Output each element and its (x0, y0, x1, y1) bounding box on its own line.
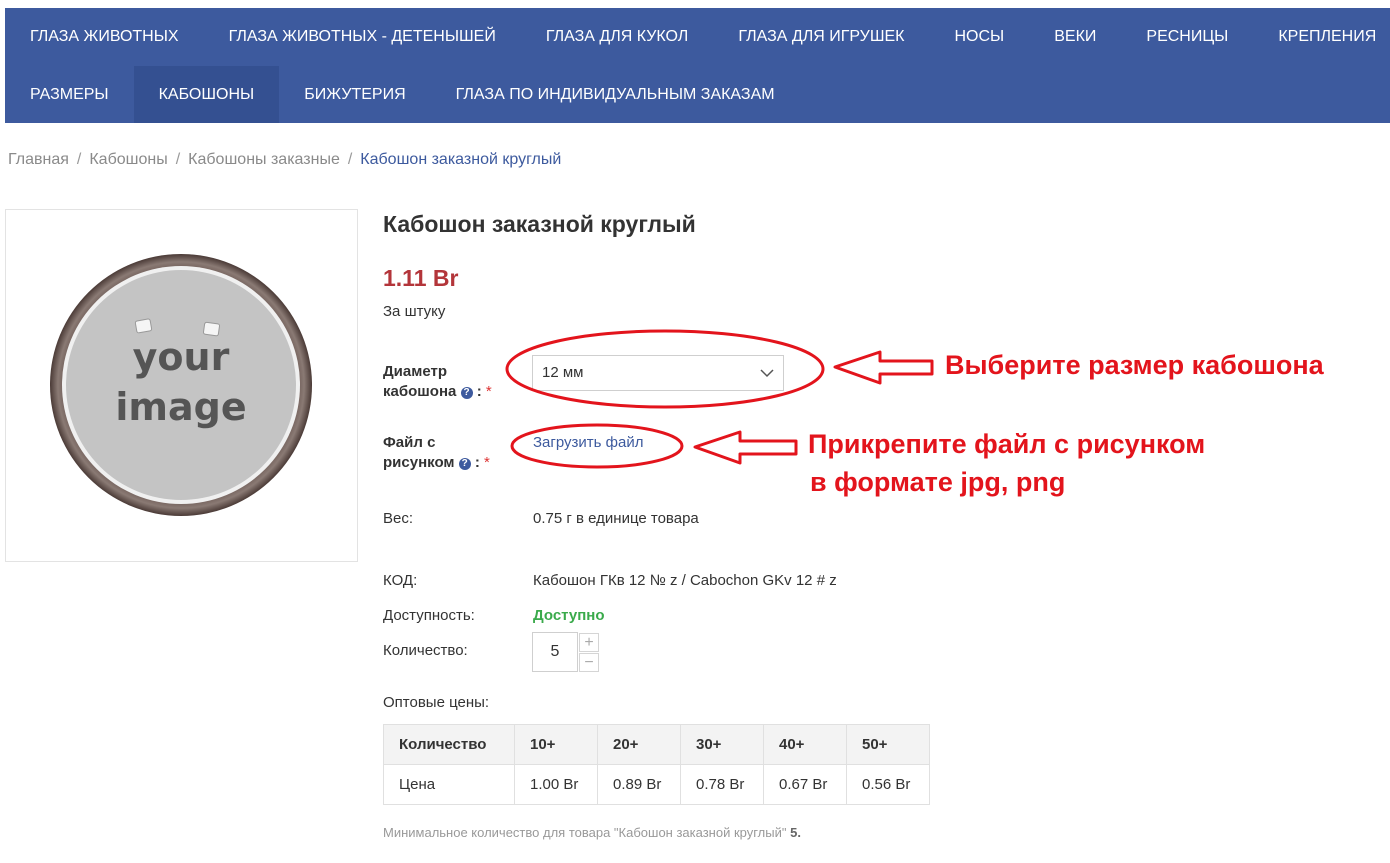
plus-icon[interactable]: + (579, 633, 599, 652)
required-mark: * (485, 383, 492, 400)
nav-item-sizes[interactable]: РАЗМЕРЫ (5, 66, 134, 123)
table-header-cell: 10+ (514, 724, 598, 765)
table-header-cell: 20+ (597, 724, 681, 765)
quantity-label: Количество: (383, 642, 468, 659)
weight-value: 0.75 г в единице товара (533, 510, 699, 527)
nav-item-animal-eyes[interactable]: ГЛАЗА ЖИВОТНЫХ (5, 8, 204, 65)
file-label-line1: Файл с (383, 434, 436, 451)
cabochon-image: your image (50, 254, 312, 516)
minus-icon[interactable]: − (579, 653, 599, 672)
table-header-cell: 50+ (846, 724, 930, 765)
min-quantity-note: Минимальное количество для товара "Кабош… (383, 825, 801, 840)
arrow-left-icon (833, 350, 934, 385)
main-navigation: ГЛАЗА ЖИВОТНЫХ ГЛАЗА ЖИВОТНЫХ - ДЕТЕНЫШЕ… (5, 8, 1390, 123)
diameter-label-line1: Диаметр (383, 363, 447, 380)
table-row: Цена 1.00 Br 0.89 Br 0.78 Br 0.67 Br 0.5… (383, 764, 930, 805)
table-header-cell: 30+ (680, 724, 764, 765)
nav-row-1: ГЛАЗА ЖИВОТНЫХ ГЛАЗА ЖИВОТНЫХ - ДЕТЕНЫШЕ… (5, 8, 1390, 65)
nav-item-noses[interactable]: НОСЫ (930, 8, 1030, 65)
code-value: Кабошон ГКв 12 № z / Cabochon GKv 12 # z (533, 572, 837, 589)
breadcrumb-separator: / (175, 151, 181, 168)
help-icon[interactable]: ? (458, 458, 471, 470)
price-unit: За штуку (383, 303, 446, 320)
table-cell: 0.67 Br (763, 764, 847, 805)
nav-item-doll-eyes[interactable]: ГЛАЗА ДЛЯ КУКОЛ (521, 8, 713, 65)
breadcrumb-home[interactable]: Главная (8, 151, 69, 168)
diameter-label-line2: кабошона (383, 383, 457, 400)
availability-value: Доступно (533, 607, 605, 624)
nav-item-baby-animal-eyes[interactable]: ГЛАЗА ЖИВОТНЫХ - ДЕТЕНЫШЕЙ (204, 8, 521, 65)
diameter-select[interactable]: 12 мм (532, 355, 784, 391)
wholesale-label: Оптовые цены: (383, 694, 490, 711)
breadcrumb-current: Кабошон заказной круглый (360, 151, 562, 168)
diameter-select-value: 12 мм (542, 364, 584, 381)
nav-item-cabochons[interactable]: КАБОШОНЫ (133, 66, 280, 123)
annotation-size-hint: Выберите размер кабошона (945, 350, 1324, 380)
chevron-down-icon (760, 369, 774, 378)
upload-file-link[interactable]: Загрузить файл (533, 434, 643, 451)
breadcrumb-separator: / (347, 151, 353, 168)
nav-item-jewelry[interactable]: БИЖУТЕРИЯ (279, 66, 430, 123)
tape-piece (202, 321, 220, 337)
nav-row-2: РАЗМЕРЫ КАБОШОНЫ БИЖУТЕРИЯ ГЛАЗА ПО ИНДИ… (5, 66, 800, 123)
table-cell: Цена (383, 764, 515, 805)
product-image[interactable]: your image (5, 209, 358, 562)
quantity-input[interactable]: 5 (532, 632, 578, 672)
table-cell: 0.78 Br (680, 764, 764, 805)
nav-item-eyelashes[interactable]: РЕСНИЦЫ (1121, 8, 1253, 65)
weight-label: Вес: (383, 510, 414, 527)
table-cell: 0.56 Br (846, 764, 930, 805)
nav-item-toy-eyes[interactable]: ГЛАЗА ДЛЯ ИГРУШЕК (713, 8, 929, 65)
nav-item-custom-eyes[interactable]: ГЛАЗА ПО ИНДИВИДУАЛЬНЫМ ЗАКАЗАМ (431, 66, 800, 123)
image-text-your: your (133, 335, 230, 379)
help-icon[interactable]: ? (460, 387, 473, 399)
min-quantity-value: 5. (790, 825, 801, 840)
table-header-cell: Количество (383, 724, 515, 765)
table-cell: 0.89 Br (597, 764, 681, 805)
annotation-file-hint-line2: в формате jpg, png (810, 467, 1066, 497)
file-label: Файл с рисунком ? : * (383, 434, 490, 471)
required-mark: * (484, 454, 490, 471)
image-text-image: image (115, 385, 246, 429)
breadcrumb-custom-cabochons[interactable]: Кабошоны заказные (188, 151, 340, 168)
product-price: 1.11 Br (383, 265, 459, 291)
table-header-row: Количество 10+ 20+ 30+ 40+ 50+ (383, 724, 930, 765)
nav-item-fasteners[interactable]: КРЕПЛЕНИЯ (1253, 8, 1390, 65)
availability-label: Доступность: (383, 607, 475, 624)
breadcrumb: Главная / Кабошоны / Кабошоны заказные / Кабош… (8, 151, 561, 169)
table-header-cell: 40+ (763, 724, 847, 765)
breadcrumb-cabochons[interactable]: Кабошоны (89, 151, 167, 168)
diameter-label: Диаметр кабошона ? : * (383, 363, 492, 400)
wholesale-table: Количество 10+ 20+ 30+ 40+ 50+ Цена 1.00… (383, 724, 930, 805)
code-label: КОД: (383, 572, 418, 589)
breadcrumb-separator: / (76, 151, 82, 168)
annotation-file-hint-line1: Прикрепите файл с рисунком (808, 429, 1206, 459)
nav-item-eyelids[interactable]: ВЕКИ (1029, 8, 1121, 65)
arrow-left-icon (693, 430, 798, 465)
product-title: Кабошон заказной круглый (383, 211, 696, 237)
min-quantity-text: Минимальное количество для товара "Кабош… (383, 825, 787, 840)
file-label-line2: рисунком (383, 454, 455, 471)
table-cell: 1.00 Br (514, 764, 598, 805)
tape-piece (134, 318, 153, 334)
